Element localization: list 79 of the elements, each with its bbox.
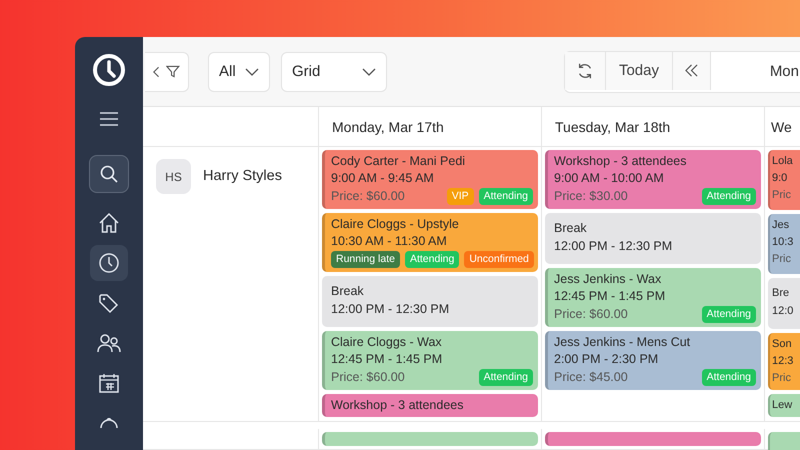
appointment-time: 12:00 PM - 12:30 PM xyxy=(331,302,450,318)
appointment-card[interactable]: Claire Cloggs - Wax 12:45 PM - 1:45 PM Price: $60.00 Attending xyxy=(322,331,538,390)
clock-icon xyxy=(98,252,120,274)
appointment-title: Break xyxy=(554,221,588,236)
nav-item[interactable] xyxy=(90,245,128,281)
appointment-time: 2:00 PM - 2:30 PM xyxy=(554,352,660,368)
chevron-down-icon xyxy=(245,68,259,76)
appointment-price: Price: $30.00 xyxy=(554,189,628,204)
appointment-title: Bre xyxy=(772,286,790,302)
appointment-title: Workshop - 3 attendees xyxy=(331,398,464,414)
day-header: Tuesday, Mar 18th xyxy=(555,118,670,135)
appointment-price: Pric xyxy=(772,371,791,386)
break-card[interactable]: Break 12:00 PM - 12:30 PM xyxy=(322,276,538,328)
appointment-card[interactable]: Claire Cloggs - Upstyle 10:30 AM - 11:30 AM Running late Attending Unconfirmed xyxy=(322,213,538,272)
status-tag: Attending xyxy=(478,369,533,386)
appointment-price: Price: $60.00 xyxy=(554,307,628,322)
search-button[interactable] xyxy=(89,155,129,193)
appointment-title: Workshop - 3 attendees xyxy=(554,154,688,170)
appointment-card[interactable]: Jess Jenkins - Wax 12:45 PM - 1:45 PM Price: $60.00 Attending xyxy=(545,268,761,328)
break-card[interactable]: Bre 12:0 xyxy=(768,278,800,330)
status-tag: Attending xyxy=(702,306,756,324)
appointment-card[interactable]: Cody Carter - Mani Pedi 9:00 AM - 9:45 AM Price: $60.00 VIP Attending xyxy=(322,150,538,210)
home-icon xyxy=(98,212,120,234)
day-header: Monday, Mar 17th xyxy=(332,118,444,135)
appointment-title: Claire Cloggs - Upstyle xyxy=(331,217,460,232)
appointment-title: Lew xyxy=(772,398,794,414)
avatar: HS xyxy=(156,159,191,194)
appointment-time: 10:3 xyxy=(772,235,794,250)
view-select[interactable]: Grid xyxy=(281,52,387,92)
appointment-time: 9:00 AM - 9:45 AM xyxy=(331,171,435,186)
appointment-price: Price: $60.00 xyxy=(331,370,405,386)
status-tag: Unconfirmed xyxy=(464,251,534,268)
appointment-time: 9:00 AM - 10:00 AM xyxy=(554,171,665,186)
tag-icon xyxy=(98,292,120,314)
status-tag: Attending xyxy=(702,188,756,206)
appointment-title: Jess Jenkins - Mens Cut xyxy=(554,335,692,350)
appointment-title: Claire Cloggs - Wax xyxy=(331,335,443,350)
appointment-card[interactable]: Lew xyxy=(768,394,800,418)
appointment-card[interactable]: Workshop - 3 attendees 9:00 AM - 10:00 AM Price: $30.00 Attending xyxy=(545,150,761,210)
status-tag: Attending xyxy=(702,369,756,386)
appointment-card[interactable]: Workshop - 3 attendees xyxy=(322,394,538,418)
status-tag: VIP xyxy=(446,188,474,206)
appointment-title: Break xyxy=(331,284,365,300)
appointment-title: Son xyxy=(772,337,793,352)
status-tag: Attending xyxy=(478,188,533,206)
search-icon xyxy=(99,164,119,184)
appointment-time: 10:30 AM - 11:30 AM xyxy=(331,234,448,250)
appointment-time: 9:0 xyxy=(772,171,788,186)
menu-icon xyxy=(99,111,119,127)
break-card[interactable]: Break 12:00 PM - 12:30 PM xyxy=(545,213,761,264)
appointment-time: 12:3 xyxy=(772,354,794,370)
status-tag: Running late xyxy=(331,251,400,268)
appointment-time: 12:00 PM - 12:30 PM xyxy=(554,239,674,254)
clock-logo-icon xyxy=(92,53,126,87)
people-icon xyxy=(97,332,121,354)
day-header: We xyxy=(771,118,792,135)
appointment-title: Jes xyxy=(772,218,790,234)
appointment-title: Cody Carter - Mani Pedi xyxy=(331,154,466,170)
chevron-down-icon xyxy=(362,68,376,76)
appointment-price: Price: $60.00 xyxy=(331,189,405,204)
appointment-time: 12:0 xyxy=(772,304,794,320)
appointment-time: 12:45 PM - 1:45 PM xyxy=(331,352,444,368)
filter-icon xyxy=(166,64,180,79)
calendar-icon xyxy=(98,372,120,394)
status-tag: Attending xyxy=(404,251,460,268)
staff-name: Harry Styles xyxy=(203,168,282,184)
appointment-card[interactable]: Jes 10:3 Pric xyxy=(768,214,800,274)
appointment-title: Lola xyxy=(772,154,794,170)
appointment-price: Pric xyxy=(772,188,791,204)
appointment-price: Price: $45.00 xyxy=(554,370,628,386)
appointment-time: 12:45 PM - 1:45 PM xyxy=(554,289,666,304)
filter-button[interactable] xyxy=(145,52,189,92)
filter-select[interactable]: All xyxy=(208,52,270,92)
appointment-card[interactable]: Jess Jenkins - Mens Cut 2:00 PM - 2:30 PM Price: $45.00 Attending xyxy=(545,331,761,390)
appointment-card[interactable]: Son 12:3 Pric xyxy=(768,333,800,390)
chevron-left-icon xyxy=(153,66,160,78)
appointment-card[interactable]: Lola 9:0 Pric xyxy=(768,150,800,210)
appointment-title: Jess Jenkins - Wax xyxy=(554,272,662,288)
appointment-price: Pric xyxy=(772,252,791,268)
